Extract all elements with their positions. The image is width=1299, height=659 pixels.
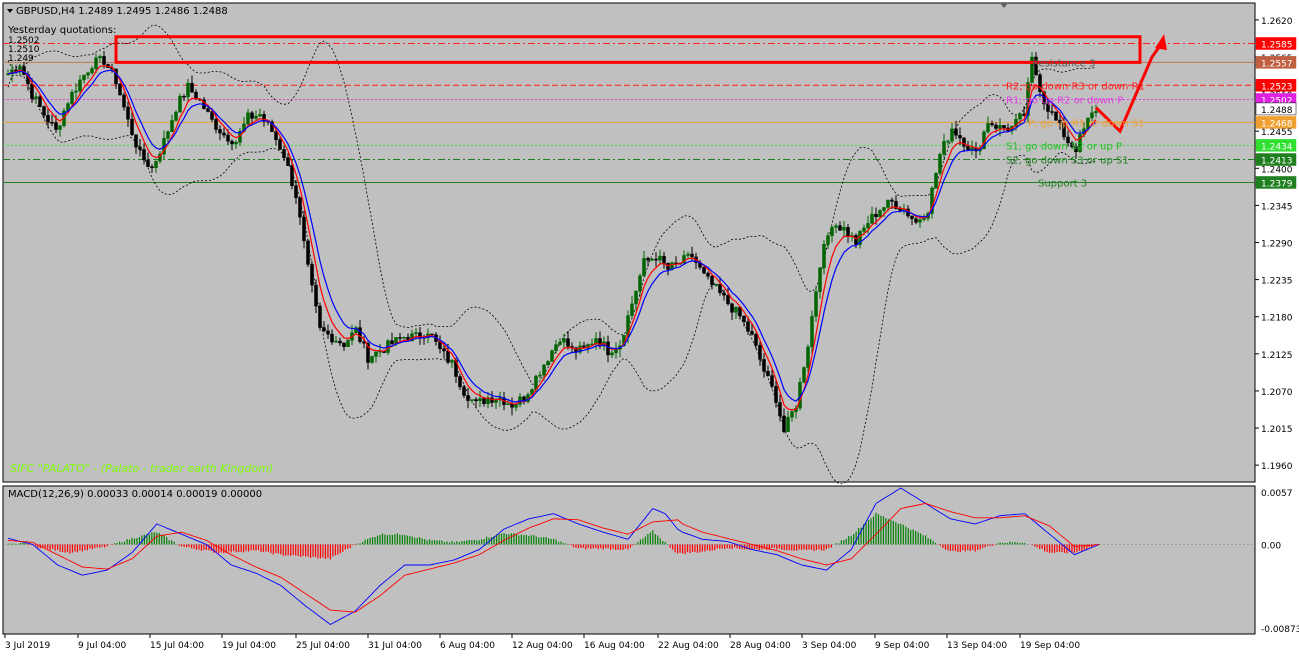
time-tick-label: 28 Aug 04:00 <box>730 641 791 651</box>
svg-text:1.2488: 1.2488 <box>1261 106 1293 116</box>
svg-text:1.2434: 1.2434 <box>1261 142 1293 152</box>
price-tick-label: 1.2290 <box>1261 240 1293 250</box>
time-tick-label: 15 Jul 04:00 <box>150 641 204 651</box>
candle <box>798 377 802 411</box>
price-tick-label: 1.2235 <box>1261 277 1293 287</box>
pivot-level-label-2: R1, go up R2 or down P <box>1006 95 1123 106</box>
candle <box>802 366 806 384</box>
price-tag: 1.2434 <box>1255 139 1297 152</box>
time-tick-label: 12 Aug 04:00 <box>512 641 573 651</box>
svg-text:1.2585: 1.2585 <box>1261 40 1293 50</box>
candle <box>178 93 182 113</box>
price-tag: 1.2523 <box>1255 79 1297 92</box>
time-tick-label: 19 Jul 04:00 <box>222 641 276 651</box>
watermark-text: SIFC "PALATO" - (Palato - trader earth K… <box>10 462 273 475</box>
svg-text:1.2413: 1.2413 <box>1261 157 1293 167</box>
candle <box>306 239 310 267</box>
symbol-line: GBPUSD,H4 1.2489 1.2495 1.2486 1.2488 <box>16 6 228 17</box>
svg-text:1.2379: 1.2379 <box>1261 179 1293 189</box>
time-tick-label: 9 Sep 04:00 <box>875 641 930 651</box>
candle <box>370 355 374 364</box>
price-tick-label: 1.2620 <box>1261 17 1293 27</box>
pivot-level-label-6: Support 3 <box>1038 178 1087 189</box>
candle <box>938 152 942 176</box>
svg-text:1.2468: 1.2468 <box>1261 119 1293 129</box>
price-tag: 1.2557 <box>1255 56 1297 69</box>
price-tag: 1.2488 <box>1255 102 1297 116</box>
price-tick-label: 1.2015 <box>1261 425 1293 435</box>
price-tag: 1.2585 <box>1255 37 1297 50</box>
svg-text:1.2557: 1.2557 <box>1261 59 1293 69</box>
time-tick-label: 19 Sep 04:00 <box>1020 641 1080 651</box>
time-tick-label: 16 Aug 04:00 <box>584 641 645 651</box>
time-tick-label: 25 Jul 04:00 <box>296 641 350 651</box>
pivot-level-label-1: R2, go down R3 or down R1 <box>1006 81 1145 92</box>
price-panel[interactable] <box>2 2 1256 483</box>
svg-text:1.2523: 1.2523 <box>1261 82 1293 92</box>
quote-line-3: 1.249 <box>8 54 34 64</box>
pivot-level-label-4: S1, go down S2 or up P <box>1006 141 1122 152</box>
time-tick-label: 3 Jul 2019 <box>5 641 50 651</box>
time-tick-label: 6 Aug 04:00 <box>440 641 495 651</box>
price-tick-label: 1.2455 <box>1261 128 1293 138</box>
time-tick-label: 31 Jul 04:00 <box>368 641 422 651</box>
time-tick-label: 9 Jul 04:00 <box>78 641 127 651</box>
price-tick-label: 1.2125 <box>1261 351 1293 361</box>
price-tag: 1.2379 <box>1255 176 1297 189</box>
price-tick-label: 1.2345 <box>1261 202 1293 212</box>
macd-panel[interactable] <box>2 485 1256 635</box>
macd-tick-label: 0.0057 <box>1261 489 1293 499</box>
macd-label: MACD(12,26,9) 0.00033 0.00014 0.00019 0.… <box>8 489 262 500</box>
candle <box>118 83 122 96</box>
time-tick-label: 22 Aug 04:00 <box>658 641 719 651</box>
time-tick-label: 13 Sep 04:00 <box>947 641 1007 651</box>
price-tag: 1.2413 <box>1255 153 1297 167</box>
trading-chart-window: Resistance 3 R2, go down R3 or down R1 R1,… <box>0 0 1299 655</box>
candle <box>318 302 322 331</box>
macd-tick-label: 0.00 <box>1261 541 1281 551</box>
pivot-level-label-5: S2, go down S3 or up S1 <box>1006 156 1129 167</box>
chart-canvas[interactable]: Resistance 3 R2, go down R3 or down R1 R1,… <box>0 0 1299 655</box>
yesterday-label: Yesterday quotations: <box>7 25 116 36</box>
price-tick-label: 1.2180 <box>1261 314 1293 324</box>
price-tick-label: 1.1960 <box>1261 462 1293 472</box>
pivot-level-label-0: Resistance 3 <box>1032 58 1095 69</box>
price-tick-label: 1.2400 <box>1261 165 1293 175</box>
candle <box>550 349 554 363</box>
candle <box>878 209 882 218</box>
price-tag: 1.2468 <box>1255 116 1297 129</box>
price-tick-label: 1.2070 <box>1261 388 1293 398</box>
candle <box>934 172 938 189</box>
pivot-level-label-3: P, go up R1 or down S1 <box>1028 118 1145 129</box>
macd-tick-label: -0.00873 <box>1261 625 1299 635</box>
time-tick-label: 3 Sep 04:00 <box>802 641 857 651</box>
